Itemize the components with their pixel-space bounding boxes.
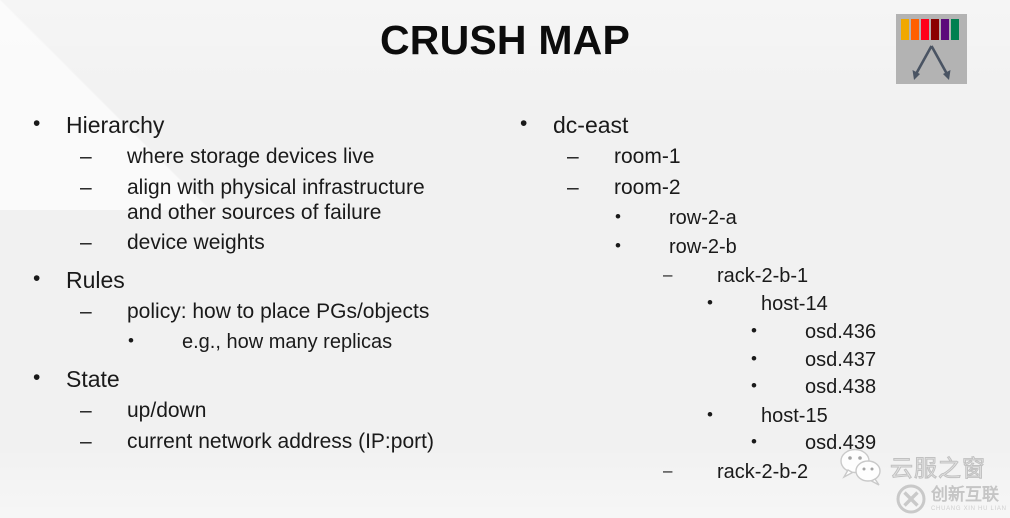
logo-bar-5 — [941, 19, 949, 40]
bullet-dash-icon: – — [663, 461, 673, 480]
bullet-item: • osd.436 — [511, 321, 1001, 345]
circled-x-icon — [896, 484, 926, 514]
bullet-dot-icon: • — [751, 376, 757, 396]
bullet-item: • row-2-b — [511, 236, 1001, 260]
bullet-item-label: up/down — [127, 398, 207, 422]
bullet-item: – up/down — [24, 399, 494, 424]
cxhl-watermark-cn: 创新互联 — [931, 484, 999, 505]
bullet-item: • Hierarchy — [24, 112, 494, 139]
bullet-dash-icon: – — [80, 145, 92, 169]
cxhl-watermark: 创新互联 CHUANG XIN HU LIAN — [896, 482, 1010, 516]
bullet-item-label: policy: how to place PGs/objects — [127, 300, 430, 324]
bullet-item: – room-1 — [511, 145, 1001, 170]
bullet-item-label: osd.439 — [805, 432, 877, 455]
bullet-item: • State — [24, 366, 494, 393]
bullet-item-label: row-2-a — [669, 206, 737, 229]
bullet-dash-icon: – — [80, 398, 92, 422]
bullet-dot-icon: • — [615, 236, 621, 256]
bullet-item: • osd.437 — [511, 349, 1001, 373]
logo-bar-4 — [931, 19, 939, 40]
bullet-item-label: rack-2-b-1 — [717, 264, 809, 287]
bullet-dash-icon: – — [567, 175, 579, 199]
logo-bar-2 — [911, 19, 919, 40]
bullet-item-label: Hierarchy — [66, 112, 165, 138]
bullet-item: • e.g., how many replicas — [24, 331, 494, 355]
cxhl-watermark-texts: 创新互联 CHUANG XIN HU LIAN — [931, 484, 1007, 512]
bullet-item: – current network address (IP:port) — [24, 430, 494, 455]
bullet-item-label: osd.437 — [805, 348, 877, 371]
page-title: CRUSH MAP — [379, 17, 631, 63]
bullet-item-label: State — [66, 365, 120, 392]
bullet-dash-icon: – — [80, 429, 92, 453]
bullet-item: • dc-east — [511, 112, 1001, 139]
bullet-item-label: e.g., how many replicas — [182, 331, 393, 354]
bullet-dash-icon: – — [567, 145, 579, 169]
crush-logo — [896, 14, 967, 84]
logo-arrow-icon — [912, 45, 951, 80]
bullet-item-label: where storage devices live — [127, 145, 375, 169]
logo-bar-1 — [901, 19, 909, 40]
bullet-item: – rack-2-b-2 — [511, 461, 1001, 485]
bullet-item-label: dc-east — [553, 112, 629, 138]
bullet-dot-icon: • — [33, 267, 41, 291]
bullet-item: – rack-2-b-1 — [511, 265, 1001, 289]
bullet-dot-icon: • — [33, 112, 41, 135]
bullet-item-label: device weights — [127, 231, 265, 255]
bullet-item: • osd.439 — [511, 432, 1001, 456]
bullet-item: – device weights — [24, 231, 494, 256]
bullet-item-label: rack-2-b-2 — [717, 461, 809, 483]
bullet-item-label: osd.438 — [805, 376, 877, 399]
logo-bar-6 — [951, 19, 959, 40]
bullet-dot-icon: • — [33, 365, 41, 389]
bullet-dot-icon: • — [751, 348, 757, 368]
logo-bar-3 — [921, 19, 929, 40]
bullet-item: • host-15 — [511, 405, 1001, 429]
bullet-dash-icon: – — [80, 300, 92, 324]
right-bullet-column: • dc-east – room-1 – room-2 • row-2-a • row-2-b – r… — [511, 112, 1001, 485]
bullet-item-label: room-1 — [614, 145, 681, 169]
bullet-dot-icon: • — [751, 432, 757, 452]
bullet-item: • Rules — [24, 267, 494, 294]
bullet-dash-icon: – — [80, 231, 92, 255]
bullet-item: • host-14 — [511, 293, 1001, 317]
bullet-item-label: room-2 — [614, 175, 681, 199]
bullet-dot-icon: • — [751, 321, 757, 341]
cxhl-watermark-en: CHUANG XIN HU LIAN — [931, 505, 1007, 512]
bullet-item-label: host-14 — [761, 293, 828, 316]
bullet-dot-icon: • — [128, 331, 134, 351]
slide-canvas: CRUSH MAP • Hierarchy – where storage devic… — [0, 0, 1010, 518]
bullet-dot-icon: • — [615, 206, 621, 226]
bullet-item-label: align with physical infrastructure and o… — [127, 175, 425, 224]
bullet-item: – align with physical infrastructure and … — [24, 176, 494, 226]
bullet-item: • osd.438 — [511, 376, 1001, 400]
bullet-dot-icon: • — [520, 112, 528, 135]
bullet-item: • row-2-a — [511, 207, 1001, 231]
left-bullet-column: • Hierarchy – where storage devices live – al… — [24, 112, 494, 454]
bullet-dash-icon: – — [663, 264, 673, 284]
bullet-item: – room-2 — [511, 176, 1001, 201]
bullet-item-label: Rules — [66, 267, 125, 294]
bullet-dot-icon: • — [707, 404, 713, 424]
logo-color-bars — [901, 19, 959, 40]
bullet-item-label: osd.436 — [805, 321, 877, 344]
bullet-item-label: current network address (IP:port) — [127, 429, 434, 453]
bullet-item-label: row-2-b — [669, 236, 737, 259]
bullet-item: – policy: how to place PGs/objects — [24, 300, 494, 325]
bullet-dot-icon: • — [707, 293, 713, 313]
bullet-item: – where storage devices live — [24, 145, 494, 170]
bullet-item-label: host-15 — [761, 404, 828, 427]
bullet-dash-icon: – — [80, 175, 92, 199]
